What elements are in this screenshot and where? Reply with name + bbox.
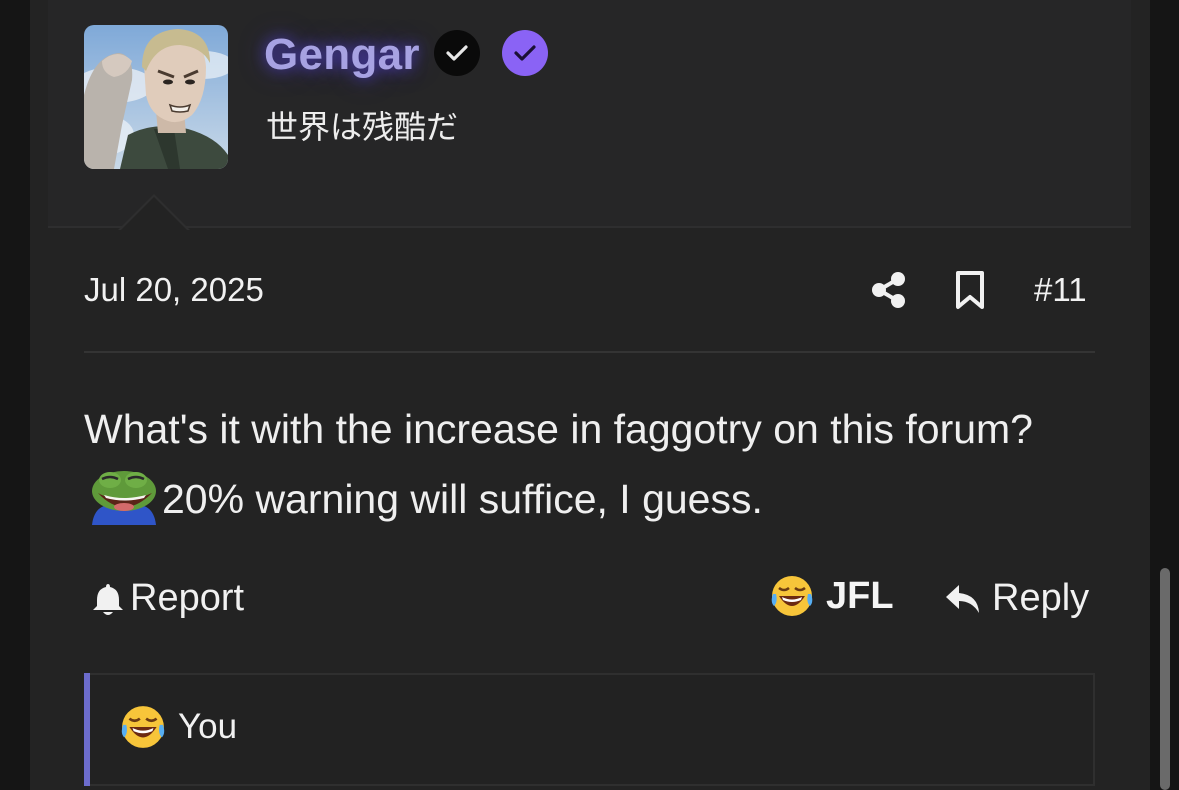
reactions-summary-text: You [178, 707, 238, 746]
post-number-link[interactable]: #11 [1034, 271, 1087, 309]
reactions-summary[interactable]: You [120, 704, 237, 750]
check-icon [446, 45, 468, 61]
reply-button[interactable]: Reply [944, 577, 1089, 620]
report-button[interactable]: Report [92, 577, 244, 620]
reply-label: Reply [992, 577, 1090, 619]
user-title: 世界は残酷だ [266, 108, 459, 146]
verified-badge-purple [502, 30, 548, 76]
reply-icon [946, 584, 979, 613]
verified-badge-black [434, 30, 480, 76]
bell-icon [93, 583, 123, 615]
pepe-laugh-emoji [90, 467, 158, 525]
post-body: What's it with the increase in faggotry … [84, 394, 1084, 534]
bookmark-icon[interactable] [953, 270, 987, 310]
crying-laughing-emoji [121, 706, 165, 748]
crying-laughing-emoji [771, 576, 813, 616]
post-body-text-2: 20% warning will suffice, I guess. [162, 476, 763, 522]
scrollbar[interactable] [1160, 568, 1170, 790]
check-icon [514, 45, 536, 61]
divider [84, 351, 1095, 353]
reaction-label: JFL [826, 574, 894, 617]
reactions-bar-accent [84, 673, 90, 786]
share-icon[interactable] [870, 270, 908, 310]
avatar[interactable] [84, 25, 228, 169]
post-date[interactable]: Jul 20, 2025 [84, 271, 264, 309]
reaction-button[interactable]: JFL [770, 574, 894, 618]
report-label: Report [130, 577, 245, 619]
post-body-text: What's it with the increase in faggotry … [84, 406, 1033, 452]
username[interactable]: Gengar [264, 30, 420, 80]
